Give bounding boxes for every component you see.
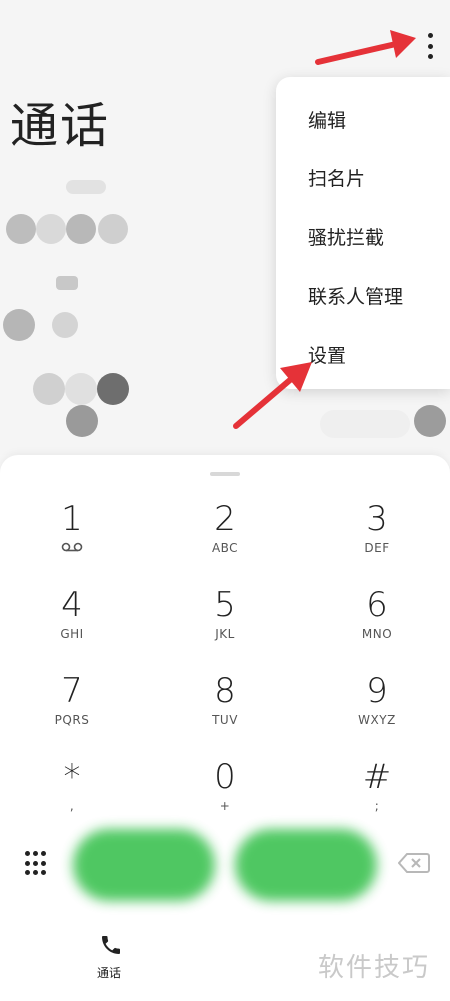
key-1[interactable]: 1 — [17, 499, 127, 579]
avatar — [56, 276, 78, 290]
avatar — [3, 309, 35, 341]
avatar — [66, 214, 96, 244]
key-5[interactable]: 5 JKL — [170, 585, 280, 665]
menu-item-spam-block[interactable]: 骚扰拦截 — [308, 223, 384, 250]
annotation-arrow-icon — [315, 30, 416, 65]
key-9[interactable]: 9 WXYZ — [322, 671, 432, 751]
avatar — [33, 373, 65, 405]
dialpad-sheet: 1 2 ABC 3 DEF 4 GHI 5 JKL 6 MNO 7 PQRS 8… — [0, 455, 450, 1001]
key-7[interactable]: 7 PQRS — [17, 671, 127, 751]
tab-calls-label[interactable]: 通话 — [97, 964, 121, 981]
avatar — [66, 405, 98, 437]
avatar — [36, 214, 66, 244]
avatar — [320, 410, 410, 438]
more-options-icon[interactable] — [418, 30, 442, 62]
menu-item-scan-card[interactable]: 扫名片 — [308, 164, 365, 191]
key-2[interactable]: 2 ABC — [170, 499, 280, 579]
avatar — [6, 214, 36, 244]
key-star[interactable]: * , — [17, 757, 127, 837]
dialpad-toggle-icon[interactable] — [23, 851, 47, 877]
avatar — [98, 214, 128, 244]
annotation-arrow-icon — [233, 362, 312, 429]
avatar — [66, 180, 106, 194]
key-4[interactable]: 4 GHI — [17, 585, 127, 665]
key-6[interactable]: 6 MNO — [322, 585, 432, 665]
key-0[interactable]: 0 + — [170, 757, 280, 837]
call-button-sim2[interactable] — [235, 829, 377, 901]
key-8[interactable]: 8 TUV — [170, 671, 280, 751]
overflow-menu: 编辑 扫名片 骚扰拦截 联系人管理 设置 — [276, 77, 450, 389]
backspace-icon[interactable] — [398, 852, 430, 874]
watermark: 软件技巧 — [318, 953, 431, 983]
drag-handle[interactable] — [210, 472, 240, 476]
avatar — [52, 312, 78, 338]
menu-item-contacts-manage[interactable]: 联系人管理 — [308, 282, 403, 309]
phone-icon[interactable] — [99, 933, 123, 957]
avatar — [97, 373, 129, 405]
menu-item-edit[interactable]: 编辑 — [308, 106, 346, 133]
key-3[interactable]: 3 DEF — [322, 499, 432, 579]
page-title: 通话 — [10, 98, 111, 154]
call-button-sim1[interactable] — [73, 829, 215, 901]
voicemail-icon — [17, 541, 127, 555]
avatar — [65, 373, 97, 405]
key-hash[interactable]: # ; — [322, 757, 432, 837]
avatar — [414, 405, 446, 437]
